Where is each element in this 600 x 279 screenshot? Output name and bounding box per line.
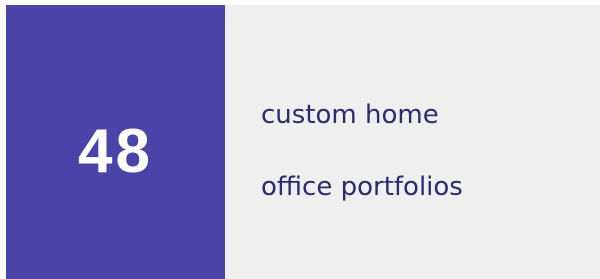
stat-caption-line-2: office portfolios [261, 172, 463, 202]
stat-caption-line-1: custom home [261, 100, 439, 130]
stat-caption-panel: custom home office portfolios [225, 5, 600, 279]
stat-number: 48 [78, 116, 153, 186]
stat-caption: custom home office portfolios [261, 61, 463, 241]
stat-number-panel: 48 [6, 5, 225, 279]
stat-card: 48 custom home office portfolios [6, 5, 600, 279]
